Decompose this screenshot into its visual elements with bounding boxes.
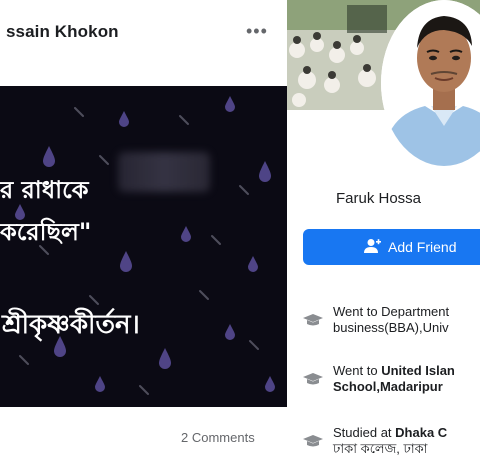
post-header: ssain Khokon ••• bbox=[0, 0, 287, 62]
school-link-line2[interactable]: School,Madaripur bbox=[333, 379, 443, 394]
post-card: ssain Khokon ••• র রাধাকে করেছিল" শ্রীকৃ… bbox=[0, 0, 287, 465]
profile-name[interactable]: Faruk Hossa bbox=[336, 190, 421, 207]
image-text-line-2: করেছিল" bbox=[0, 218, 92, 246]
add-friend-label: Add Friend bbox=[388, 239, 457, 255]
post-image[interactable]: র রাধাকে করেছিল" শ্রীকৃষ্ণকীর্তন। bbox=[0, 86, 287, 407]
college-bangla-name: ঢাকা কলেজ, ঢাকা bbox=[333, 441, 428, 456]
graduation-cap-icon bbox=[303, 373, 323, 385]
add-friend-button[interactable]: Add Friend bbox=[303, 229, 480, 265]
post-author-name[interactable]: ssain Khokon bbox=[6, 22, 119, 42]
blurred-text-patch bbox=[118, 152, 210, 192]
school-link[interactable]: United Islan bbox=[381, 363, 455, 378]
profile-preview-card: Faruk Hossa Add Friend Went to Departmen… bbox=[287, 0, 480, 465]
image-text-line-1: র রাধাকে bbox=[0, 176, 89, 204]
image-text-line-3: শ্রীকৃষ্ণকীর্তন। bbox=[2, 310, 140, 340]
comments-count-link[interactable]: 2 Comments bbox=[181, 430, 255, 445]
graduation-cap-icon bbox=[303, 314, 323, 326]
graduation-cap-icon bbox=[303, 435, 323, 447]
college-link[interactable]: Dhaka C bbox=[395, 425, 447, 440]
more-options-icon[interactable]: ••• bbox=[246, 22, 268, 40]
add-person-icon bbox=[364, 239, 381, 253]
